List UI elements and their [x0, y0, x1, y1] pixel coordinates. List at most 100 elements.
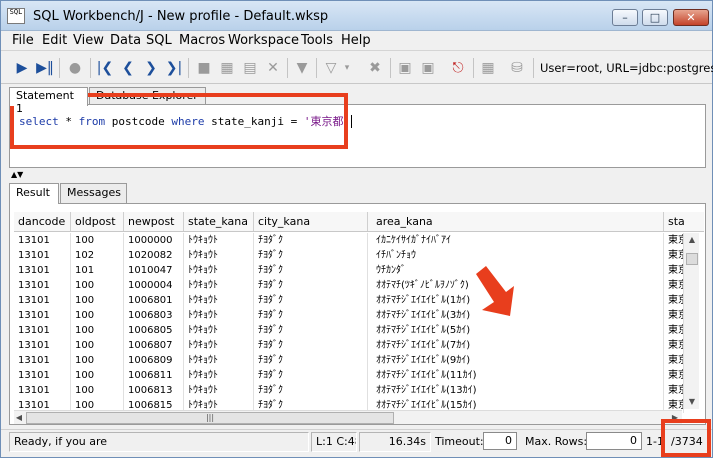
- scroll-right-icon[interactable]: ▶: [670, 413, 680, 422]
- scroll-left-icon[interactable]: ◀: [14, 413, 24, 422]
- table-cell[interactable]: 13101: [14, 278, 71, 293]
- table-cell[interactable]: 東京: [664, 293, 684, 308]
- splitter-arrows[interactable]: ▲▼: [11, 171, 23, 179]
- table-cell[interactable]: ｵｵﾃﾏﾁｼﾞｴｲｴｲﾋﾞﾙ(7ｶｲ): [368, 338, 664, 353]
- menu-file[interactable]: File: [12, 33, 34, 49]
- table-cell[interactable]: ｵｵﾃﾏﾁｼﾞｴｲｴｲﾋﾞﾙ(9ｶｲ): [368, 353, 664, 368]
- table-cell[interactable]: ｵｵﾃﾏﾁｼﾞｴｲｴｲﾋﾞﾙ(3ｶｲ): [368, 308, 664, 323]
- table-cell[interactable]: 13101: [14, 308, 71, 323]
- table-cell[interactable]: 東京: [664, 353, 684, 368]
- execute-current-icon[interactable]: ▶‖: [35, 58, 55, 78]
- table-cell[interactable]: ﾁﾖﾀﾞｸ: [254, 293, 368, 308]
- table-cell[interactable]: 13101: [14, 263, 71, 278]
- table-cell[interactable]: 東京: [664, 308, 684, 323]
- table-cell[interactable]: 東京: [664, 368, 684, 383]
- table-cell[interactable]: 東京: [664, 248, 684, 263]
- table-cell[interactable]: ﾁﾖﾀﾞｸ: [254, 248, 368, 263]
- table-row[interactable]: 13101 100 1000000 ﾄｳｷｮｳﾄ ﾁﾖﾀﾞｸ ｲｶﾆｹｲｻｲｶﾞﾅｲﾊﾞｱ…: [14, 233, 684, 248]
- table-cell[interactable]: ﾄｳｷｮｳﾄ: [184, 383, 254, 398]
- table-row[interactable]: 13101 100 1006813 ﾄｳｷｮｳﾄ ﾁﾖﾀﾞｸ ｵｵﾃﾏﾁｼﾞｴｲｴｲﾋﾞﾙ…: [14, 383, 684, 398]
- table-cell[interactable]: 13101: [14, 353, 71, 368]
- table-cell[interactable]: ﾄｳｷｮｳﾄ: [184, 353, 254, 368]
- column-header[interactable]: area_kana: [368, 212, 664, 231]
- scroll-down-icon[interactable]: ▼: [684, 397, 700, 406]
- table-cell[interactable]: ｵｵﾃﾏﾁ(ﾂｷﾞﾉﾋﾞﾙｦﾉｿﾞｸ): [368, 278, 664, 293]
- table-cell[interactable]: ﾄｳｷｮｳﾄ: [184, 263, 254, 278]
- table-cell[interactable]: 1020082: [124, 248, 184, 263]
- disconnect-icon[interactable]: ▣: [418, 58, 438, 78]
- table-cell[interactable]: ﾄｳｷｮｳﾄ: [184, 368, 254, 383]
- table-cell[interactable]: 1006811: [124, 368, 184, 383]
- connect-icon[interactable]: ▣: [395, 58, 415, 78]
- tab-result[interactable]: Result: [9, 183, 59, 204]
- table-cell[interactable]: ﾁﾖﾀﾞｸ: [254, 383, 368, 398]
- table-cell[interactable]: 1006807: [124, 338, 184, 353]
- title-bar[interactable]: SQL SQL Workbench/J - New profile - Defa…: [1, 1, 712, 31]
- tab-messages[interactable]: Messages: [60, 183, 127, 203]
- stop-icon[interactable]: ●: [65, 58, 85, 78]
- table-cell[interactable]: 100: [71, 368, 124, 383]
- column-header[interactable]: city_kana: [254, 212, 368, 231]
- table-cell[interactable]: ﾁﾖﾀﾞｸ: [254, 233, 368, 248]
- table-cell[interactable]: 13101: [14, 248, 71, 263]
- table-cell[interactable]: ｲﾁﾊﾞﾝﾁｮｳ: [368, 248, 664, 263]
- table-cell[interactable]: ﾁﾖﾀﾞｸ: [254, 263, 368, 278]
- table-cell[interactable]: ｵｵﾃﾏﾁｼﾞｴｲｴｲﾋﾞﾙ(1ｶｲ): [368, 293, 664, 308]
- table-cell[interactable]: ﾁﾖﾀﾞｸ: [254, 368, 368, 383]
- commit-icon[interactable]: ▼: [292, 58, 312, 78]
- column-header[interactable]: oldpost: [71, 212, 124, 231]
- table-cell[interactable]: ｲｶﾆｹｲｻｲｶﾞﾅｲﾊﾞｱｲ: [368, 233, 664, 248]
- table-cell[interactable]: 100: [71, 383, 124, 398]
- table-cell[interactable]: 100: [71, 323, 124, 338]
- table-cell[interactable]: ﾄｳｷｮｳﾄ: [184, 338, 254, 353]
- scroll-up-icon[interactable]: ▲: [684, 235, 700, 244]
- table-cell[interactable]: 東京: [664, 383, 684, 398]
- table-cell[interactable]: 100: [71, 353, 124, 368]
- column-header[interactable]: sta: [664, 212, 689, 231]
- table-row[interactable]: 13101 100 1006809 ﾄｳｷｮｳﾄ ﾁﾖﾀﾞｸ ｵｵﾃﾏﾁｼﾞｴｲｴｲﾋﾞﾙ…: [14, 353, 684, 368]
- save-icon[interactable]: ■: [194, 58, 214, 78]
- table-cell[interactable]: 1006809: [124, 353, 184, 368]
- reset-filter-icon[interactable]: ✖: [365, 58, 385, 78]
- table-row[interactable]: 13101 100 1000004 ﾄｳｷｮｳﾄ ﾁﾖﾀﾞｸ ｵｵﾃﾏﾁ(ﾂｷﾞﾉﾋﾞﾙｦ…: [14, 278, 684, 293]
- table-cell[interactable]: 13101: [14, 383, 71, 398]
- table-cell[interactable]: 100: [71, 338, 124, 353]
- close-button[interactable]: ✕: [673, 9, 709, 26]
- table-cell[interactable]: 13101: [14, 293, 71, 308]
- minimize-button[interactable]: –: [612, 9, 638, 26]
- table-row[interactable]: 13101 100 1006801 ﾄｳｷｮｳﾄ ﾁﾖﾀﾞｸ ｵｵﾃﾏﾁｼﾞｴｲｴｲﾋﾞﾙ…: [14, 293, 684, 308]
- filter-icon[interactable]: ▽: [321, 58, 341, 78]
- table-cell[interactable]: 1010047: [124, 263, 184, 278]
- table-cell[interactable]: 1006805: [124, 323, 184, 338]
- table-cell[interactable]: ﾄｳｷｮｳﾄ: [184, 308, 254, 323]
- table-cell[interactable]: 東京: [664, 278, 684, 293]
- menu-help[interactable]: Help: [341, 33, 371, 49]
- table-cell[interactable]: 100: [71, 308, 124, 323]
- table-cell[interactable]: 13101: [14, 233, 71, 248]
- table-cell[interactable]: 東京: [664, 338, 684, 353]
- table-cell[interactable]: ｵｵﾃﾏﾁｼﾞｴｲｴｲﾋﾞﾙ(11ｶｲ): [368, 368, 664, 383]
- table-cell[interactable]: 102: [71, 248, 124, 263]
- sql-editor[interactable]: select * from postcode where state_kanji…: [9, 104, 706, 168]
- table-row[interactable]: 13101 100 1006807 ﾄｳｷｮｳﾄ ﾁﾖﾀﾞｸ ｵｵﾃﾏﾁｼﾞｴｲｴｲﾋﾞﾙ…: [14, 338, 684, 353]
- column-header[interactable]: newpost: [124, 212, 184, 231]
- table-row[interactable]: 13101 100 1006805 ﾄｳｷｮｳﾄ ﾁﾖﾀﾞｸ ｵｵﾃﾏﾁｼﾞｴｲｴｲﾋﾞﾙ…: [14, 323, 684, 338]
- table-cell[interactable]: ﾄｳｷｮｳﾄ: [184, 323, 254, 338]
- table-cell[interactable]: 13101: [14, 338, 71, 353]
- menu-workspace[interactable]: Workspace: [228, 33, 299, 49]
- table-row[interactable]: 13101 100 1006803 ﾄｳｷｮｳﾄ ﾁﾖﾀﾞｸ ｵｵﾃﾏﾁｼﾞｴｲｴｲﾋﾞﾙ…: [14, 308, 684, 323]
- vertical-scrollbar[interactable]: ▲ ▼: [683, 233, 699, 409]
- column-header[interactable]: state_kana: [184, 212, 254, 231]
- execute-icon[interactable]: ▶: [12, 58, 32, 78]
- table-cell[interactable]: ｳﾁｶﾝﾀﾞ: [368, 263, 664, 278]
- table-cell[interactable]: 100: [71, 293, 124, 308]
- table-cell[interactable]: ｵｵﾃﾏﾁｼﾞｴｲｴｲﾋﾞﾙ(13ｶｲ): [368, 383, 664, 398]
- table-cell[interactable]: 1006813: [124, 383, 184, 398]
- table-cell[interactable]: 1000004: [124, 278, 184, 293]
- timeout-input[interactable]: 0: [483, 432, 517, 450]
- copy-row-icon[interactable]: ▤: [240, 58, 260, 78]
- table-cell[interactable]: 100: [71, 278, 124, 293]
- table-cell[interactable]: ﾁﾖﾀﾞｸ: [254, 338, 368, 353]
- table-icon[interactable]: ▦: [478, 58, 498, 78]
- menu-macros[interactable]: Macros: [179, 33, 225, 49]
